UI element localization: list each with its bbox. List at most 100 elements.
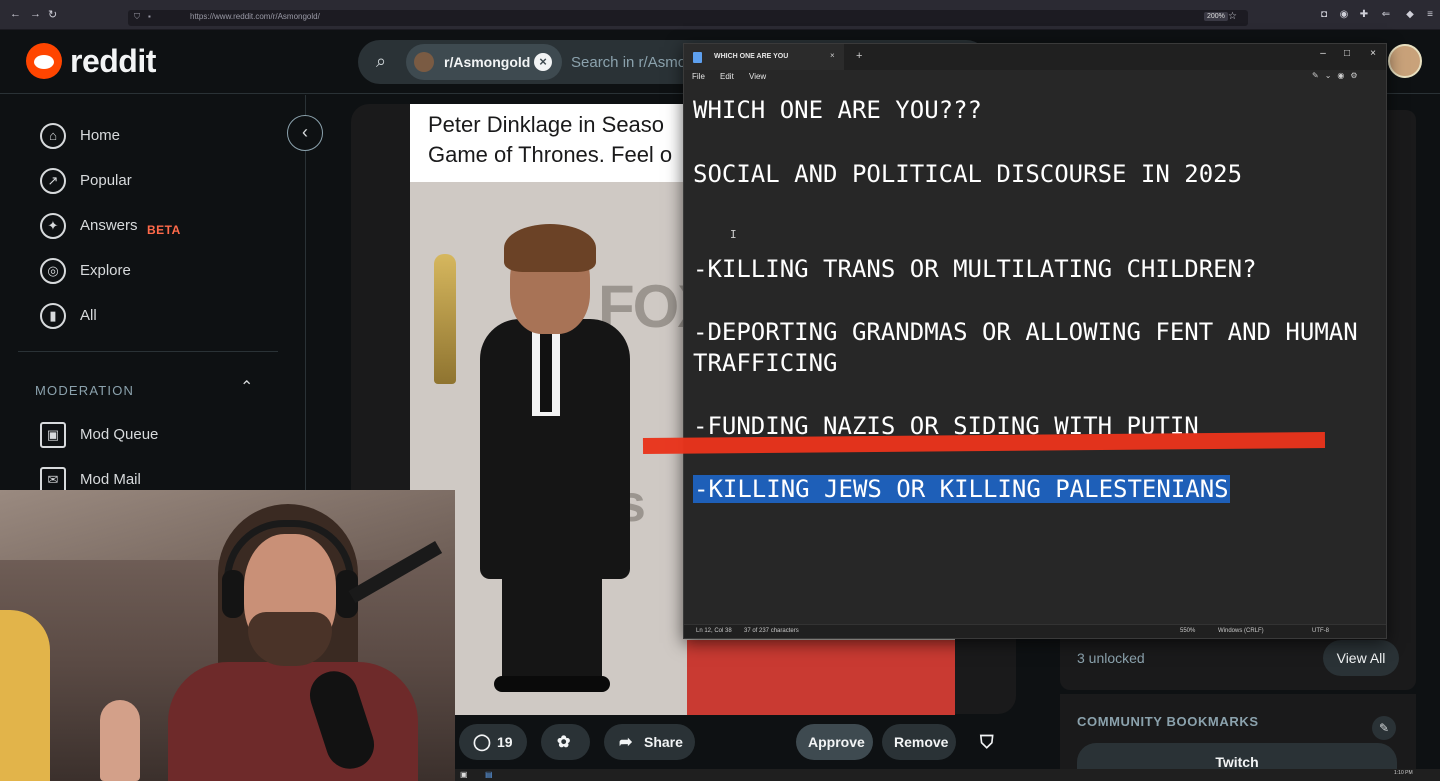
- share-icon: ➦: [619, 734, 633, 751]
- shield-icon: ⛉: [980, 732, 994, 752]
- menu-edit[interactable]: Edit: [720, 72, 734, 81]
- notepad-window: WHICH ONE ARE YOU × + – □ × File Edit Vi…: [683, 43, 1387, 639]
- beta-badge: BETA: [147, 223, 181, 237]
- sidebar-item-home[interactable]: ⌂ Home: [40, 123, 280, 153]
- profile-icon[interactable]: ◉: [1338, 9, 1350, 21]
- text-line: TRAFFICING: [693, 349, 838, 377]
- bookmarks-heading: COMMUNITY BOOKMARKS: [1077, 714, 1259, 729]
- text-line: SOCIAL AND POLITICAL DISCOURSE IN 2025: [693, 160, 1243, 188]
- figure-legs: [502, 574, 602, 684]
- approve-label: Approve: [808, 734, 865, 750]
- chip-close-icon[interactable]: ×: [534, 53, 552, 71]
- streamer-shirt: [168, 662, 418, 781]
- remove-label: Remove: [894, 734, 949, 750]
- sidebar-item-label: Answers: [80, 217, 138, 234]
- extension-arrow-icon[interactable]: ⇐: [1380, 9, 1392, 21]
- taskbar-notepad-icon[interactable]: ▤: [485, 770, 493, 779]
- explore-icon: ◎: [40, 258, 66, 284]
- url-text: https://www.reddit.com/r/Asmongold/: [190, 12, 320, 21]
- comments-button[interactable]: ◯ 19: [459, 724, 527, 760]
- share-button[interactable]: ➦ Share: [604, 724, 695, 760]
- edit-icon[interactable]: ✎: [1372, 716, 1396, 740]
- back-icon[interactable]: ←: [10, 8, 21, 20]
- notepad-toolbar-icons[interactable]: ✎⌄◉⚙: [1312, 71, 1364, 80]
- minimize-icon[interactable]: –: [1316, 48, 1330, 59]
- menu-file[interactable]: File: [692, 72, 705, 81]
- sidebar-item-popular[interactable]: ↗ Popular: [40, 168, 280, 198]
- character-count: 37 of 237 characters: [744, 628, 799, 634]
- forward-icon[interactable]: →: [30, 8, 41, 20]
- notepad-tab[interactable]: WHICH ONE ARE YOU ×: [684, 44, 844, 70]
- collapse-sidebar-button[interactable]: ‹: [287, 115, 323, 151]
- sidebar-item-label: Mod Mail: [80, 471, 141, 488]
- sidebar-item-mod-queue[interactable]: ▣ Mod Queue: [40, 422, 280, 452]
- encoding: UTF-8: [1312, 628, 1329, 634]
- all-icon: ▮: [40, 303, 66, 329]
- notepad-statusbar: Ln 12, Col 38 37 of 237 characters 550% …: [684, 624, 1386, 638]
- mod-queue-icon: ▣: [40, 422, 66, 448]
- sidebar-item-explore[interactable]: ◎ Explore: [40, 258, 280, 288]
- line-ending: Windows (CRLF): [1218, 628, 1264, 634]
- pocket-icon[interactable]: ◘: [1318, 9, 1330, 21]
- zoom-level: 550%: [1180, 628, 1196, 634]
- browser-toolbar: ← → ↻ ⛉ ▪ https://www.reddit.com/r/Asmon…: [0, 0, 1440, 30]
- close-icon[interactable]: ×: [1366, 48, 1380, 59]
- mod-shield-button[interactable]: ⛉: [968, 724, 1010, 760]
- notepad-titlebar[interactable]: WHICH ONE ARE YOU × + – □ ×: [684, 44, 1386, 70]
- webcam-figurine: [0, 610, 50, 781]
- reload-icon[interactable]: ↻: [48, 8, 57, 21]
- new-tab-icon[interactable]: +: [856, 50, 862, 62]
- menu-icon[interactable]: ≡: [1424, 9, 1436, 21]
- user-avatar[interactable]: [1388, 44, 1422, 78]
- sidebar-item-label: Popular: [80, 172, 132, 189]
- text-selection: -KILLING JEWS OR KILLING PALESTENIANS: [693, 475, 1230, 503]
- home-icon: ⌂: [40, 123, 66, 149]
- maximize-icon[interactable]: □: [1340, 48, 1354, 59]
- search-icon: ⌕: [376, 51, 387, 71]
- extensions-icon[interactable]: ✚: [1358, 9, 1370, 21]
- share-label: Share: [644, 734, 683, 750]
- selected-text-line: -KILLING JEWS OR KILLING PALESTENIANS: [693, 475, 1230, 503]
- text-line: -DEPORTING GRANDMAS OR ALLOWING FENT AND…: [693, 318, 1358, 346]
- view-all-button[interactable]: View All: [1323, 640, 1399, 676]
- approve-button[interactable]: Approve: [796, 724, 873, 760]
- cursor-position: Ln 12, Col 38: [696, 628, 732, 634]
- shield-icon: ⛉: [134, 12, 140, 21]
- answers-icon: ✦: [40, 213, 66, 239]
- sidebar-item-label: All: [80, 307, 97, 324]
- menu-view[interactable]: View: [749, 72, 766, 81]
- comment-count: 19: [497, 734, 513, 750]
- chevron-up-icon[interactable]: ⌃: [240, 377, 253, 397]
- reddit-wordmark[interactable]: reddit: [70, 43, 156, 80]
- extension-badge-icon[interactable]: ◆: [1404, 9, 1416, 21]
- webcam-overlay: [0, 490, 455, 781]
- unlocked-count: 3 unlocked: [1077, 650, 1145, 666]
- notepad-tab-title: WHICH ONE ARE YOU: [714, 53, 789, 60]
- streamer-hand: [100, 700, 140, 781]
- sidebar-item-label: Home: [80, 127, 121, 144]
- sidebar-item-all[interactable]: ▮ All: [40, 303, 280, 333]
- text-cursor-icon: I: [730, 228, 737, 241]
- notepad-menubar: File Edit View ✎⌄◉⚙: [684, 70, 1386, 84]
- comment-icon: ◯: [473, 734, 491, 751]
- taskbar-app-icon[interactable]: ▣: [460, 770, 468, 779]
- red-carpet: [687, 640, 955, 715]
- close-tab-icon[interactable]: ×: [830, 51, 835, 60]
- remove-button[interactable]: Remove: [882, 724, 956, 760]
- zoom-badge[interactable]: 200%: [1204, 12, 1228, 21]
- emmy-statue: [434, 254, 456, 384]
- notepad-text-area[interactable]: WHICH ONE ARE YOU??? SOCIAL AND POLITICA…: [684, 84, 1386, 624]
- address-bar[interactable]: ⛉ ▪ https://www.reddit.com/r/Asmongold/ …: [128, 10, 1248, 26]
- text-line: -KILLING TRANS OR MULTILATING CHILDREN?: [693, 255, 1257, 283]
- reddit-logo-icon[interactable]: [26, 43, 62, 79]
- moderation-heading[interactable]: MODERATION: [35, 383, 134, 398]
- award-button[interactable]: ✿: [541, 724, 590, 760]
- figure-tie: [540, 332, 552, 412]
- sidebar-divider: [18, 351, 278, 352]
- text-line: WHICH ONE ARE YOU???: [693, 96, 982, 124]
- taskbar-clock: 1:10 PM: [1394, 770, 1413, 776]
- subreddit-search-chip[interactable]: r/Asmongold ×: [406, 44, 562, 80]
- figure-shoes: [494, 676, 610, 692]
- left-sidebar: ⌂ Home ↗ Popular ✦ Answers BETA ◎ Explor…: [0, 95, 306, 495]
- bookmark-star-icon[interactable]: ☆: [1228, 11, 1237, 22]
